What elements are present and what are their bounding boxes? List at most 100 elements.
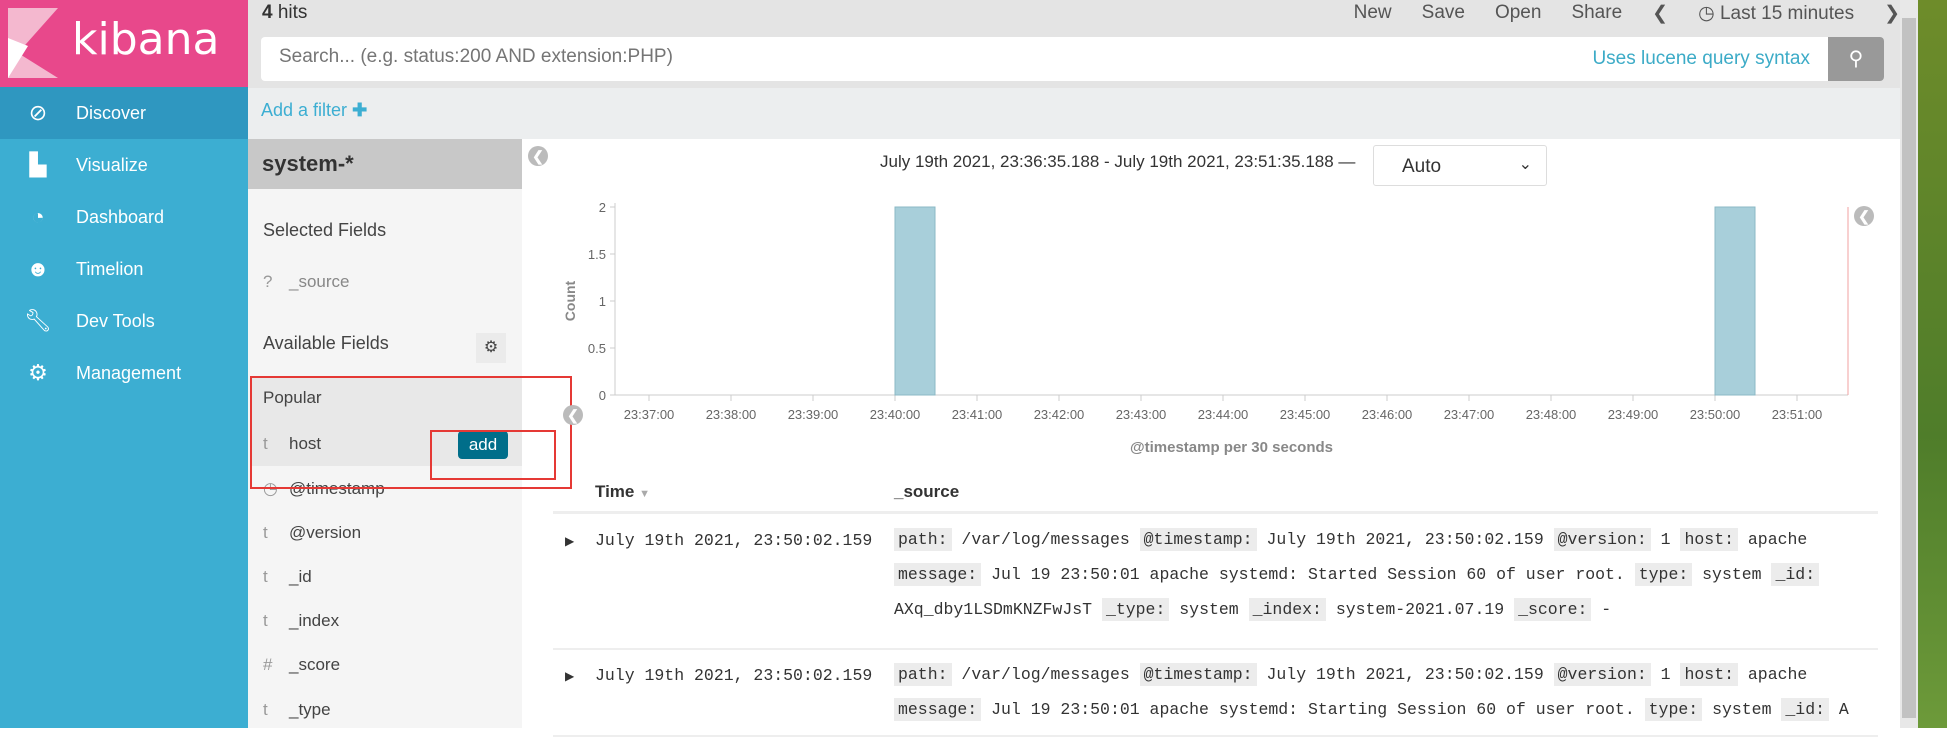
column-source: _source: [894, 482, 960, 501]
field-index[interactable]: t _index: [263, 611, 339, 631]
y-tick-label: 1: [599, 294, 606, 309]
histogram-bar: [894, 206, 936, 396]
top-menu: New Save Open Share ❮ ◷ Last 15 minutes …: [1354, 2, 1900, 25]
scrollbar-thumb[interactable]: [1902, 18, 1916, 718]
y-tick-label: 1.5: [588, 247, 606, 262]
gear-icon: ⚙: [28, 360, 48, 385]
field-value: 1: [1660, 530, 1671, 549]
date-range-label: July 19th 2021, 23:36:35.188 - July 19th…: [880, 152, 1356, 171]
field-key: _score:: [1514, 598, 1592, 621]
desktop-background: [1918, 0, 1947, 728]
search-icon: ⚲: [1848, 48, 1864, 70]
sidebar-item-visualize[interactable]: ▙ Visualize: [0, 139, 248, 191]
field-value: Jul 19 23:50:01 apache systemd: Started …: [991, 565, 1625, 584]
field-type-icon: #: [263, 655, 273, 674]
filter-bar: [248, 88, 1900, 139]
field-value: Jul 19 23:50:01 apache systemd: Starting…: [991, 700, 1635, 719]
chevron-down-icon: ⌄: [1518, 156, 1532, 173]
field-key: path:: [894, 663, 952, 686]
x-tick-label: 23:45:00: [1280, 407, 1331, 422]
lucene-syntax-link[interactable]: Uses lucene query syntax: [1592, 48, 1810, 70]
search-input[interactable]: [279, 46, 1279, 68]
field-key: _id:: [1771, 563, 1820, 586]
share-button[interactable]: Share: [1571, 2, 1622, 25]
search-bar: Uses lucene query syntax ⚲: [261, 37, 1884, 81]
new-button[interactable]: New: [1354, 2, 1392, 25]
hits-count: 4 hits: [262, 2, 308, 23]
scrollbar[interactable]: [1900, 0, 1918, 728]
sidebar-item-label: Discover: [76, 102, 147, 123]
sidebar-item-label: Timelion: [76, 258, 144, 279]
field-key: message:: [894, 698, 982, 721]
index-pattern-title[interactable]: system-*: [248, 139, 522, 189]
sort-down-icon: ▼: [639, 488, 650, 500]
field-type-icon: ?: [263, 272, 273, 291]
table-row[interactable]: ▶ July 19th 2021, 23:50:02.159 path: /var/…: [553, 522, 1878, 650]
sidebar-item-management[interactable]: ⚙ Management: [0, 347, 248, 399]
sidebar-item-label: Dev Tools: [76, 310, 155, 331]
field-value: July 19th 2021, 23:50:02.159: [1266, 665, 1544, 684]
field-settings-gear-icon[interactable]: ⚙: [476, 333, 506, 363]
field-key: _id:: [1781, 698, 1829, 721]
x-tick-label: 23:49:00: [1608, 407, 1659, 422]
field-score[interactable]: # _score: [263, 655, 340, 675]
add-filter-link[interactable]: Add a filter ✚: [261, 100, 367, 121]
table-row[interactable]: ▶ July 19th 2021, 23:50:02.159 path: /var/…: [553, 657, 1878, 737]
logo-text: kibana: [72, 14, 220, 65]
sidebar-item-label: Dashboard: [76, 206, 165, 227]
field-value: /var/log/messages: [961, 530, 1130, 549]
field-version[interactable]: t @version: [263, 523, 361, 543]
expand-row-icon[interactable]: ▶: [565, 669, 574, 683]
time-picker-button[interactable]: ◷ Last 15 minutes: [1698, 2, 1854, 25]
field-value: July 19th 2021, 23:50:02.159: [1266, 530, 1544, 549]
sidebar-item-dev-tools[interactable]: 🔧︎ Dev Tools: [0, 295, 248, 347]
collapse-sidebar-icon[interactable]: ❮: [528, 146, 548, 166]
chevron-left-icon[interactable]: ❮: [1652, 2, 1668, 25]
field-source[interactable]: ? _source: [263, 272, 349, 292]
field-key: message:: [894, 563, 982, 586]
column-label: Time: [595, 482, 635, 501]
x-tick-label: 23:43:00: [1116, 407, 1167, 422]
field-value: A: [1838, 700, 1849, 719]
field-name: @version: [289, 523, 362, 542]
open-button[interactable]: Open: [1495, 2, 1541, 25]
save-button[interactable]: Save: [1422, 2, 1465, 25]
x-tick-label: 23:44:00: [1198, 407, 1249, 422]
field-value: system-2021.07.19: [1335, 600, 1505, 619]
expand-row-icon[interactable]: ▶: [565, 534, 574, 548]
column-time[interactable]: Time ▼: [595, 482, 650, 502]
histogram-bar: [1714, 206, 1756, 396]
x-tick-label: 23:37:00: [624, 407, 675, 422]
x-tick-label: 23:42:00: [1034, 407, 1085, 422]
x-tick-label: 23:38:00: [706, 407, 757, 422]
field-type[interactable]: t _type: [263, 700, 331, 720]
field-value: system: [1702, 565, 1762, 584]
field-key: path:: [894, 528, 952, 551]
field-key: @version:: [1553, 528, 1651, 551]
field-value: AXq_dby1LSDmKNZFwJsT: [894, 600, 1093, 619]
field-value: -: [1601, 600, 1612, 619]
x-tick-label: 23:48:00: [1526, 407, 1577, 422]
field-key: @version:: [1553, 663, 1651, 686]
field-value: /var/log/messages: [961, 665, 1130, 684]
sidebar-item-dashboard[interactable]: ◔ Dashboard: [0, 191, 248, 243]
field-name: _index: [289, 611, 340, 630]
field-value: 1: [1660, 665, 1671, 684]
chevron-right-icon[interactable]: ❯: [1884, 2, 1900, 25]
table-header: Time ▼ _source: [553, 476, 1878, 514]
field-type-icon: t: [263, 700, 268, 719]
row-source: path: /var/log/messages @timestamp: July…: [894, 522, 1864, 627]
sidebar-item-discover[interactable]: ⊘ Discover: [0, 87, 248, 139]
sidebar-item-timelion[interactable]: ☻ Timelion: [0, 243, 248, 295]
compass-icon: ⊘: [28, 100, 48, 125]
field-value: apache: [1747, 530, 1808, 549]
add-filter-label: Add a filter: [261, 100, 348, 120]
wrench-icon: 🔧︎: [24, 308, 52, 333]
x-axis-title: @timestamp per 30 seconds: [1130, 439, 1333, 456]
search-button[interactable]: ⚲: [1828, 37, 1884, 81]
bar-chart-icon: ▙: [29, 152, 47, 177]
kibana-logo[interactable]: kibana: [0, 0, 248, 87]
field-id[interactable]: t _id: [263, 567, 312, 587]
interval-select[interactable]: Auto ⌄: [1373, 145, 1547, 186]
kibana-logo-icon: [8, 8, 58, 78]
